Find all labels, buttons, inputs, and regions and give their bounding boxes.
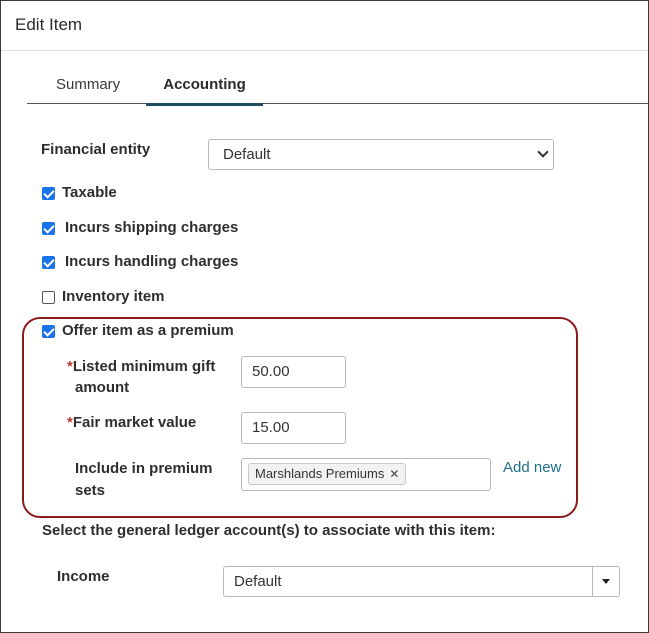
income-dropdown-button[interactable] xyxy=(592,567,619,596)
premium-sets-label: Include in premium xyxy=(75,460,213,477)
tab-accounting[interactable]: Accounting xyxy=(146,76,263,106)
fair-market-value-input[interactable]: 15.00 xyxy=(241,412,346,444)
income-account-value: Default xyxy=(234,573,282,590)
tab-bar: Summary Accounting xyxy=(27,71,648,106)
active-tab-indicator xyxy=(146,103,263,106)
incurs-handling-checkbox[interactable] xyxy=(42,256,55,269)
incurs-shipping-label: Incurs shipping charges xyxy=(65,219,239,236)
remove-tag-icon[interactable]: ✕ xyxy=(389,467,399,481)
premium-sets-label-line2: sets xyxy=(75,482,106,499)
tab-summary-label: Summary xyxy=(56,76,121,93)
financial-entity-select[interactable]: Default xyxy=(208,139,554,170)
taxable-label: Taxable xyxy=(62,184,117,201)
min-gift-label-line2: amount xyxy=(75,379,130,396)
caret-down-icon xyxy=(602,579,610,584)
min-gift-amount-input[interactable]: 50.00 xyxy=(241,356,346,388)
edit-item-dialog: Edit Item Summary Accounting Financial e… xyxy=(0,0,649,633)
incurs-handling-label: Incurs handling charges xyxy=(65,253,239,270)
fair-market-label: *Fair market value xyxy=(67,414,197,431)
income-account-combobox[interactable]: Default xyxy=(223,566,620,597)
offer-premium-label: Offer item as a premium xyxy=(62,322,234,339)
incurs-shipping-checkbox[interactable] xyxy=(42,222,55,235)
add-new-link[interactable]: Add new xyxy=(503,459,561,476)
financial-entity-label: Financial entity xyxy=(41,141,151,158)
financial-entity-value: Default xyxy=(223,146,271,163)
premium-set-tag: Marshlands Premiums ✕ xyxy=(248,463,407,485)
dialog-header: Edit Item xyxy=(1,1,648,51)
premium-sets-input[interactable]: Marshlands Premiums ✕ xyxy=(241,458,491,491)
tab-accounting-label: Accounting xyxy=(163,76,246,93)
inventory-item-label: Inventory item xyxy=(62,288,165,305)
offer-premium-checkbox[interactable] xyxy=(42,325,55,338)
inventory-item-checkbox[interactable] xyxy=(42,291,55,304)
premium-set-tag-label: Marshlands Premiums xyxy=(255,466,385,481)
income-label: Income xyxy=(57,568,110,585)
tab-summary[interactable]: Summary xyxy=(56,76,120,104)
min-gift-label: *Listed minimum gift xyxy=(67,358,216,375)
taxable-checkbox[interactable] xyxy=(42,187,55,200)
chevron-down-icon xyxy=(537,146,549,158)
dialog-title: Edit Item xyxy=(15,15,83,34)
gl-account-prompt: Select the general ledger account(s) to … xyxy=(42,522,496,539)
